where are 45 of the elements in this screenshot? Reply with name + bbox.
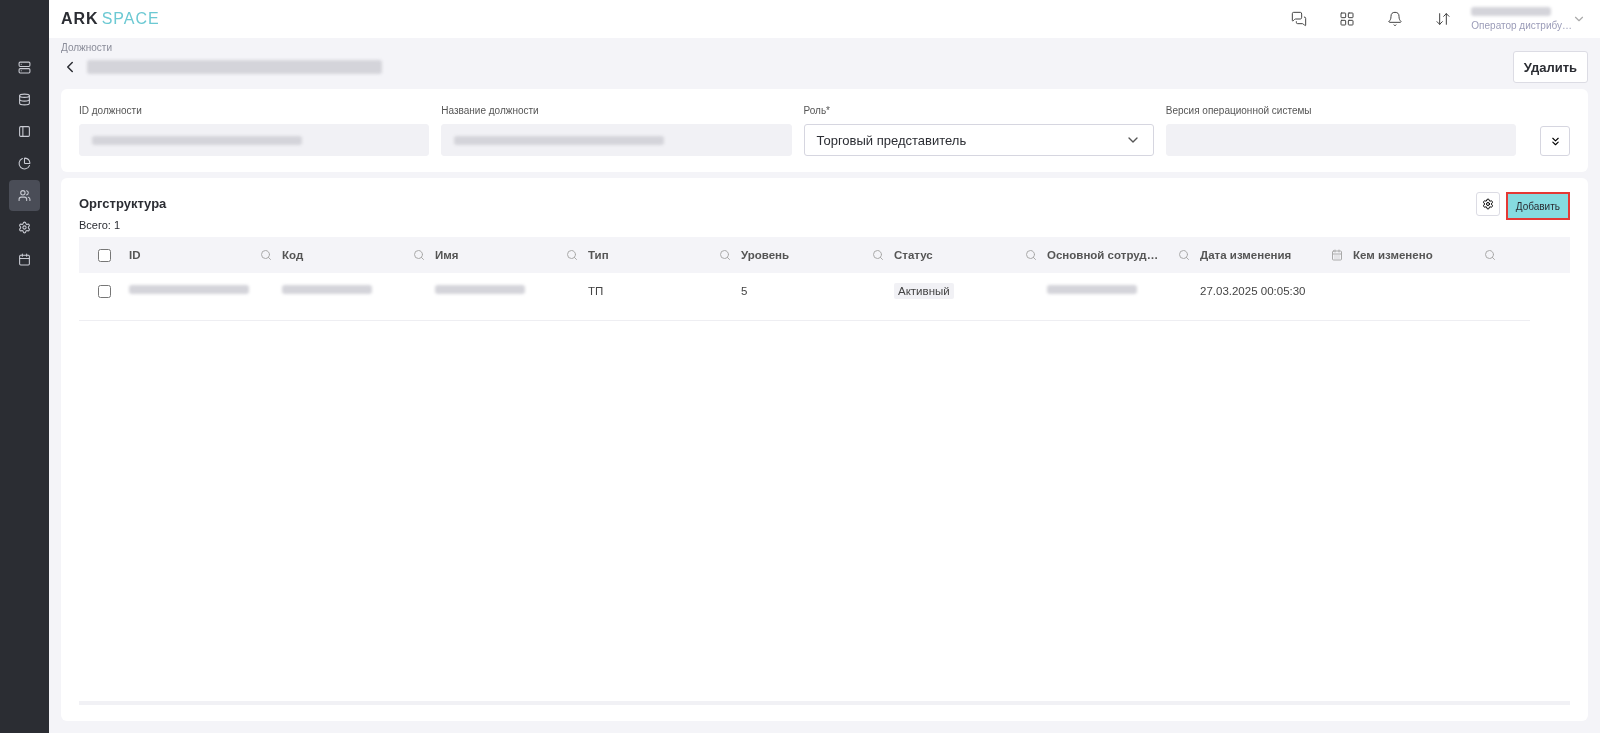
role-select[interactable]: Торговый представитель [803, 124, 1154, 156]
database-icon [18, 93, 31, 106]
table-cell: 27.03.2025 00:05:30 [1200, 285, 1306, 297]
column-header: Дата изменения [1200, 249, 1293, 261]
exchange-icon [1435, 11, 1452, 27]
column-header: Основной сотруд… [1047, 249, 1160, 261]
bell-icon [1387, 11, 1404, 27]
gear-icon [1481, 198, 1494, 210]
sidebar-item[interactable] [9, 180, 40, 211]
column-header: Кем изменено [1353, 249, 1434, 261]
users-icon [18, 189, 31, 202]
section-title: Оргструктура [79, 196, 167, 211]
column-header: Статус [894, 249, 934, 261]
table-cell: ТП [588, 285, 604, 297]
column-header: Тип [588, 249, 610, 261]
column-header: Уровень [741, 249, 791, 261]
add-button[interactable]: Добавить [1505, 192, 1570, 220]
logo: SPACE [101, 10, 160, 28]
chat-icon [1291, 11, 1308, 27]
column-header: Имя [435, 249, 460, 261]
pie-chart-icon [18, 157, 31, 170]
column-header: Код [282, 249, 305, 261]
field-label: Версия операционной системы [1165, 105, 1313, 116]
row-checkbox[interactable] [97, 285, 111, 298]
field-label: Название должности [441, 105, 540, 116]
status-tag: Активный [894, 283, 954, 299]
select-all-checkbox[interactable] [97, 248, 111, 262]
panel-icon [18, 125, 31, 138]
column-header: ID [129, 249, 142, 261]
table-cell: 5 [741, 285, 748, 297]
calendar-icon [18, 253, 31, 266]
input-field[interactable] [441, 124, 792, 156]
calendar-icon[interactable] [1331, 249, 1343, 261]
delete-button[interactable]: Удалить [1512, 51, 1588, 83]
settings-button[interactable] [1475, 192, 1500, 216]
field-label: Роль* [803, 105, 831, 116]
field-label: ID должности [79, 105, 143, 116]
logo: ARK [61, 10, 99, 28]
user-role: Оператор дистрибу… [1471, 18, 1572, 32]
total-count: Всего: 1 [79, 219, 122, 231]
expand-button[interactable] [1540, 126, 1570, 156]
grid-icon [1339, 11, 1356, 27]
settings-icon [18, 221, 31, 234]
input-field[interactable] [79, 124, 430, 156]
server-icon [18, 61, 31, 74]
